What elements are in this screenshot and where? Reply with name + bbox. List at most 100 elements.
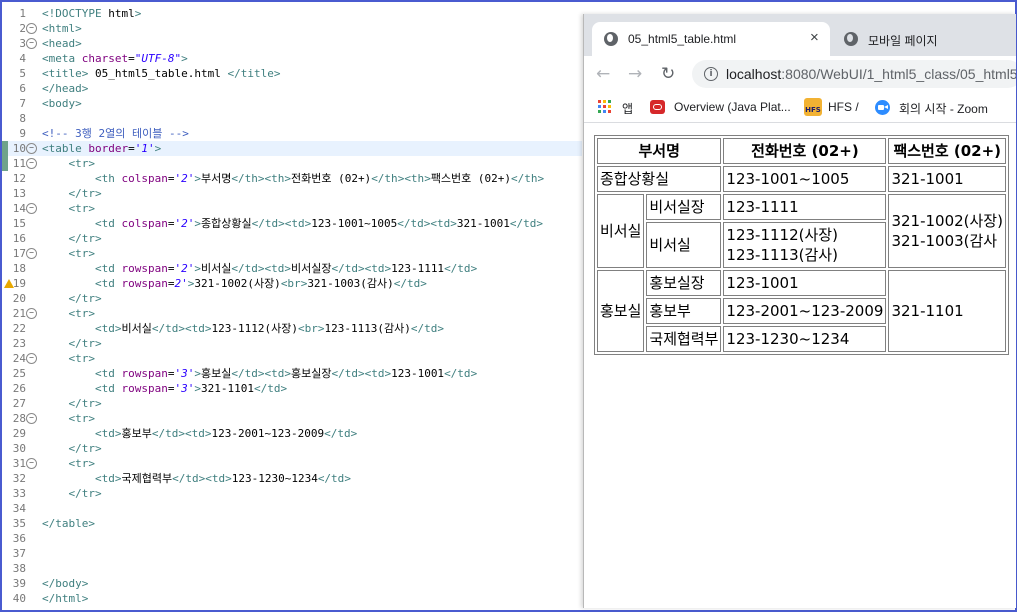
department-table: 부서명 전화번호 (02+) 팩스번호 (02+) 종합상황실 123-1001… bbox=[594, 135, 1010, 355]
table-row: 비서실 비서실장 123-1111 321-1002(사장) 321-1003(감… bbox=[597, 194, 1007, 268]
table-row: 홍보실 홍보실장 123-1001 321-1101 bbox=[597, 270, 1007, 352]
hfs-icon: HFS bbox=[804, 98, 822, 116]
page-content: 부서명 전화번호 (02+) 팩스번호 (02+) 종합상황실 123-1001… bbox=[584, 123, 1016, 608]
fold-collapse-icon[interactable]: − bbox=[26, 353, 37, 364]
code-line[interactable]: <tr> bbox=[42, 411, 96, 426]
code-line[interactable]: </tr> bbox=[42, 186, 102, 201]
cell-phone: 123-1111 bbox=[723, 194, 887, 220]
browser-toolbar: ← → ↻ i localhost:8080/WebUI/1_html5_cla… bbox=[584, 56, 1016, 92]
line-number: 11 bbox=[12, 157, 26, 170]
code-editor[interactable]: 1 2 3 4 5 6 7 8 9 10 11 12 13 14 15 16 1… bbox=[2, 2, 582, 608]
apps-grid-icon[interactable] bbox=[598, 100, 612, 114]
code-line[interactable]: <tr> bbox=[42, 201, 96, 216]
code-line[interactable]: <body> bbox=[42, 96, 82, 111]
code-line[interactable]: <html> bbox=[42, 21, 82, 36]
cell-fax: 321-1001 bbox=[888, 166, 1007, 192]
code-line[interactable]: <!DOCTYPE html> bbox=[42, 6, 141, 21]
cell-phone: 123-1112(사장) 123-1113(감사) bbox=[723, 222, 887, 268]
line-number: 31 bbox=[12, 457, 26, 470]
code-line[interactable]: <title> 05_html5_table.html </title> bbox=[42, 66, 280, 81]
line-number: 8 bbox=[19, 112, 26, 125]
code-line[interactable]: <td rowspan='2'>비서실</td><td>비서실장</td><td… bbox=[42, 261, 477, 276]
fold-collapse-icon[interactable]: − bbox=[26, 413, 37, 424]
code-line[interactable]: <td rowspan=2'>321-1002(사장)<br>321-1003(… bbox=[42, 276, 427, 291]
code-line[interactable]: <head> bbox=[42, 36, 82, 51]
line-number: 30 bbox=[12, 442, 26, 455]
line-number: 21 bbox=[12, 307, 26, 320]
line-number: 23 bbox=[12, 337, 26, 350]
code-line[interactable]: <td>국제협력부</td><td>123-1230~1234</td> bbox=[42, 471, 351, 486]
code-line[interactable]: <tr> bbox=[42, 246, 96, 261]
fold-collapse-icon[interactable]: − bbox=[26, 203, 37, 214]
line-number: 1 bbox=[19, 7, 26, 20]
code-line[interactable]: </head> bbox=[42, 81, 88, 96]
reload-icon[interactable]: ↻ bbox=[661, 64, 675, 84]
code-line[interactable]: <table border='1'> bbox=[42, 141, 161, 156]
fold-collapse-icon[interactable]: − bbox=[26, 248, 37, 259]
code-line[interactable]: <tr> bbox=[42, 456, 96, 471]
tab-strip: 05_html5_table.html × 모바일 페이지 bbox=[584, 14, 1016, 56]
browser-window: 05_html5_table.html × 모바일 페이지 ← → ↻ i lo… bbox=[583, 14, 1016, 608]
bookmark-zoom[interactable]: 회의 시작 - Zoom bbox=[899, 100, 988, 117]
cell-phone: 123-1001 bbox=[723, 270, 887, 296]
code-line[interactable]: </tr> bbox=[42, 441, 102, 456]
code-line[interactable]: <td colspan='2'>종합상황실</td><td>123-1001~1… bbox=[42, 216, 543, 231]
line-number: 16 bbox=[12, 232, 26, 245]
code-line[interactable]: </tr> bbox=[42, 486, 102, 501]
code-line[interactable]: <tr> bbox=[42, 351, 96, 366]
code-line[interactable]: </table> bbox=[42, 516, 95, 531]
globe-icon bbox=[604, 32, 618, 46]
fold-collapse-icon[interactable]: − bbox=[26, 158, 37, 169]
fold-collapse-icon[interactable]: − bbox=[26, 308, 37, 319]
cell-sub-dept: 비서실장 bbox=[646, 194, 722, 220]
fold-collapse-icon[interactable]: − bbox=[26, 23, 37, 34]
bookmark-hfs[interactable]: HFS / bbox=[828, 100, 859, 114]
code-line[interactable]: <!-- 3행 2열의 테이블 --> bbox=[42, 126, 189, 141]
code-line[interactable]: </html> bbox=[42, 591, 88, 606]
code-line[interactable]: <meta charset="UTF-8"> bbox=[42, 51, 188, 66]
fold-collapse-icon[interactable]: − bbox=[26, 458, 37, 469]
header-phone: 전화번호 (02+) bbox=[723, 138, 887, 164]
line-number: 9 bbox=[19, 127, 26, 140]
code-line[interactable]: </tr> bbox=[42, 336, 102, 351]
line-number: 24 bbox=[12, 352, 26, 365]
cell-phone: 123-1230~1234 bbox=[723, 326, 887, 352]
code-line[interactable]: </tr> bbox=[42, 396, 102, 411]
bookmark-apps[interactable]: 앱 bbox=[622, 100, 633, 117]
line-number: 19 bbox=[12, 277, 26, 290]
code-line[interactable]: <td>홍보부</td><td>123-2001~123-2009</td> bbox=[42, 426, 357, 441]
code-line[interactable]: <td>비서실</td><td>123-1112(사장)<br>123-1113… bbox=[42, 321, 444, 336]
line-number: 36 bbox=[12, 532, 26, 545]
line-number: 38 bbox=[12, 562, 26, 575]
cell-sub-dept: 홍보부 bbox=[646, 298, 722, 324]
tab-active-page[interactable]: 05_html5_table.html × bbox=[592, 22, 830, 56]
line-number: 18 bbox=[12, 262, 26, 275]
line-number: 3 bbox=[19, 37, 26, 50]
code-line[interactable]: <th colspan='2'>부서명</th><th>전화번호 (02+)</… bbox=[42, 171, 544, 186]
line-number: 32 bbox=[12, 472, 26, 485]
code-line[interactable]: </tr> bbox=[42, 291, 102, 306]
line-number: 5 bbox=[19, 67, 26, 80]
address-url[interactable]: localhost:8080/WebUI/1_html5_class/05_ht… bbox=[726, 66, 1016, 82]
forward-icon[interactable]: → bbox=[628, 64, 642, 84]
fold-collapse-icon[interactable]: − bbox=[26, 38, 37, 49]
code-line[interactable]: </body> bbox=[42, 576, 88, 591]
code-line[interactable]: <tr> bbox=[42, 306, 96, 321]
code-line[interactable]: <td rowspan='3'>홍보실</td><td>홍보실장</td><td… bbox=[42, 366, 477, 381]
fold-collapse-icon[interactable]: − bbox=[26, 143, 37, 154]
cell-sub-dept: 국제협력부 bbox=[646, 326, 722, 352]
code-line[interactable]: <td rowspan='3'>321-1101</td> bbox=[42, 381, 287, 396]
cell-phone: 123-2001~123-2009 bbox=[723, 298, 887, 324]
address-bar[interactable]: i localhost:8080/WebUI/1_html5_class/05_… bbox=[692, 60, 1016, 88]
back-icon[interactable]: ← bbox=[596, 64, 610, 84]
code-line[interactable]: </tr> bbox=[42, 231, 102, 246]
tab-mobile-page[interactable]: 모바일 페이지 bbox=[836, 22, 1016, 56]
close-tab-icon[interactable]: × bbox=[810, 29, 819, 46]
line-number: 35 bbox=[12, 517, 26, 530]
bookmark-java-overview[interactable]: Overview (Java Plat... bbox=[674, 100, 791, 114]
info-icon[interactable]: i bbox=[704, 67, 718, 81]
tab-title: 모바일 페이지 bbox=[868, 34, 938, 48]
line-number: 10 bbox=[12, 142, 26, 155]
code-line[interactable]: <tr> bbox=[42, 156, 96, 171]
line-number: 33 bbox=[12, 487, 26, 500]
